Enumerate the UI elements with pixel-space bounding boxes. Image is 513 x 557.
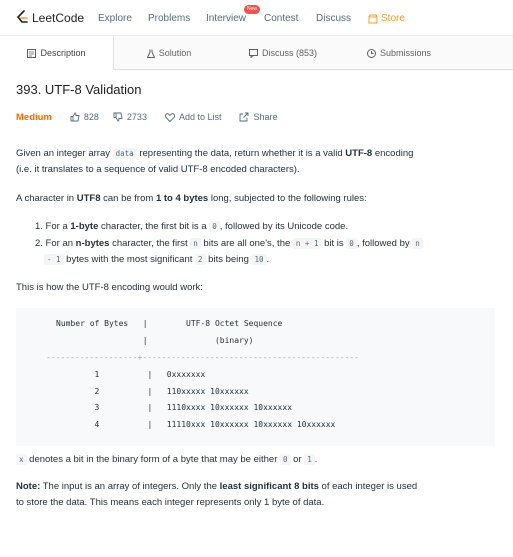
add-to-list-label: Add to List [178,112,222,122]
nav-interview[interactable]: Interview [206,13,246,24]
store-icon [368,14,378,24]
bold-text: least significant 8 bits [219,481,319,492]
tab-discuss[interactable]: Discuss (853) [224,36,342,70]
encoding-table: Number of Bytes | UTF-8 Octet Sequence |… [16,308,495,446]
tab-discuss-label: Discuss (853) [261,48,317,58]
text: . [314,454,318,465]
logo-text: LeetCode [32,10,85,25]
text: or [290,454,305,465]
text: 1. For a [35,221,71,232]
text: , followed by [356,238,413,249]
text: encoding [372,148,414,159]
text: of each integer is used [318,481,418,492]
nav-contest[interactable]: Contest [264,13,298,24]
bold-text: n-bytes [75,238,110,249]
tab-submissions-label: Submissions [379,48,432,58]
description-paragraph-2: A character in UTF8 can be from 1 to 4 b… [16,191,496,207]
flask-icon [146,49,159,58]
text: representing the data, return whether it… [136,148,346,159]
problem-meta: Medium 828 2733 Add to List Share [16,110,278,124]
description-icon [27,48,40,58]
text: bytes with the most significant [63,254,196,265]
text: bits are all one's, the [200,238,293,249]
discuss-icon [248,48,262,58]
dislike-button[interactable]: 2733 [113,112,147,122]
description-paragraph-3: This is how the UTF-8 encoding would wor… [16,282,203,293]
table-header-2: | (binary) [56,336,254,345]
leetcode-logo-icon [16,10,29,25]
inline-code: 0 [280,454,291,465]
add-to-list-button[interactable]: Add to List [164,112,222,122]
nav-store-label: Store [381,13,405,24]
thumbs-down-icon [113,112,123,122]
bold-text: Note: [16,481,41,492]
tab-submissions[interactable]: Submissions [342,36,456,70]
like-button[interactable]: 828 [70,112,99,122]
rule-2: 2. For an n-bytes character, the first n… [35,236,495,268]
text: , followed by its Unicode code. [219,221,349,232]
inline-code: 1 [304,454,315,465]
text: . [266,254,270,265]
inline-code: n + 1 [292,238,322,249]
note-paragraph: Note: The input is an array of integers.… [16,479,496,511]
tab-solution[interactable]: Solution [114,36,224,70]
nav-discuss[interactable]: Discuss [316,13,351,24]
tab-solution-label: Solution [158,48,192,58]
new-badge: New [244,5,261,14]
inline-code: 10 [251,254,267,265]
text: The input is an array of integers. Only … [40,481,220,492]
clock-icon [366,48,380,58]
text: A character in [16,193,77,204]
text: (i.e. it translates to a sequence of val… [16,164,300,175]
top-navbar: LeetCode Explore Problems Interview New … [0,0,513,36]
text: long, subjected to the following rules: [208,193,367,204]
table-row: 4 | 11110xxx 10xxxxxx 10xxxxxx 10xxxxxx [56,420,336,429]
bold-text: 1 to 4 bytes [155,193,209,204]
problem-title: 393. UTF-8 Validation [16,82,142,97]
heart-icon [164,112,175,122]
nav-store[interactable]: Store [368,13,405,24]
inline-code: - 1 [44,254,64,265]
inline-code: n [190,238,201,249]
description-paragraph-1: Given an integer array data representing… [16,146,496,178]
text: character, the first [109,238,191,249]
inline-code: 0 [346,238,357,249]
text: Given an integer array [16,148,113,159]
like-count: 828 [83,112,99,122]
inline-code: 2 [195,254,206,265]
table-divider: -------------------+--------------------… [46,353,360,362]
tab-description[interactable]: Description [0,36,114,70]
text: bit is [321,238,347,249]
inline-code: n [412,238,423,249]
x-note: x denotes a bit in the binary form of a … [16,452,496,468]
difficulty-badge: Medium [16,111,52,123]
table-row: 1 | 0xxxxxxx [56,370,206,379]
logo[interactable]: LeetCode [16,10,84,25]
share-label: Share [253,112,278,122]
nav-explore[interactable]: Explore [98,13,132,24]
bold-text: UTF8 [76,193,101,204]
text: can be from [100,193,156,204]
bold-text: UTF-8 [345,148,373,159]
share-icon [239,112,249,122]
text: 2. For an [35,238,76,249]
inline-code: data [112,148,137,159]
dislike-count: 2733 [126,112,147,122]
thumbs-up-icon [70,112,80,122]
problem-tabs: Description Solution Discuss (853) Submi… [0,36,513,70]
nav-problems[interactable]: Problems [148,13,190,24]
tab-description-label: Description [40,48,86,58]
text: to store the data. This means each integ… [16,497,325,508]
share-button[interactable]: Share [239,112,278,122]
inline-code: x [16,454,27,465]
text: denotes a bit in the binary form of a by… [26,454,280,465]
text: character, the first bit is a [98,221,210,232]
rule-1: 1. For a 1-byte character, the first bit… [35,219,495,235]
table-row: 2 | 110xxxxx 10xxxxxx [56,387,249,396]
inline-code: 0 [209,221,220,232]
text: bits being [205,254,252,265]
table-row: 3 | 1110xxxx 10xxxxxx 10xxxxxx [56,403,293,412]
table-header-1: Number of Bytes | UTF-8 Octet Sequence [56,319,283,328]
bold-text: 1-byte [70,221,99,232]
